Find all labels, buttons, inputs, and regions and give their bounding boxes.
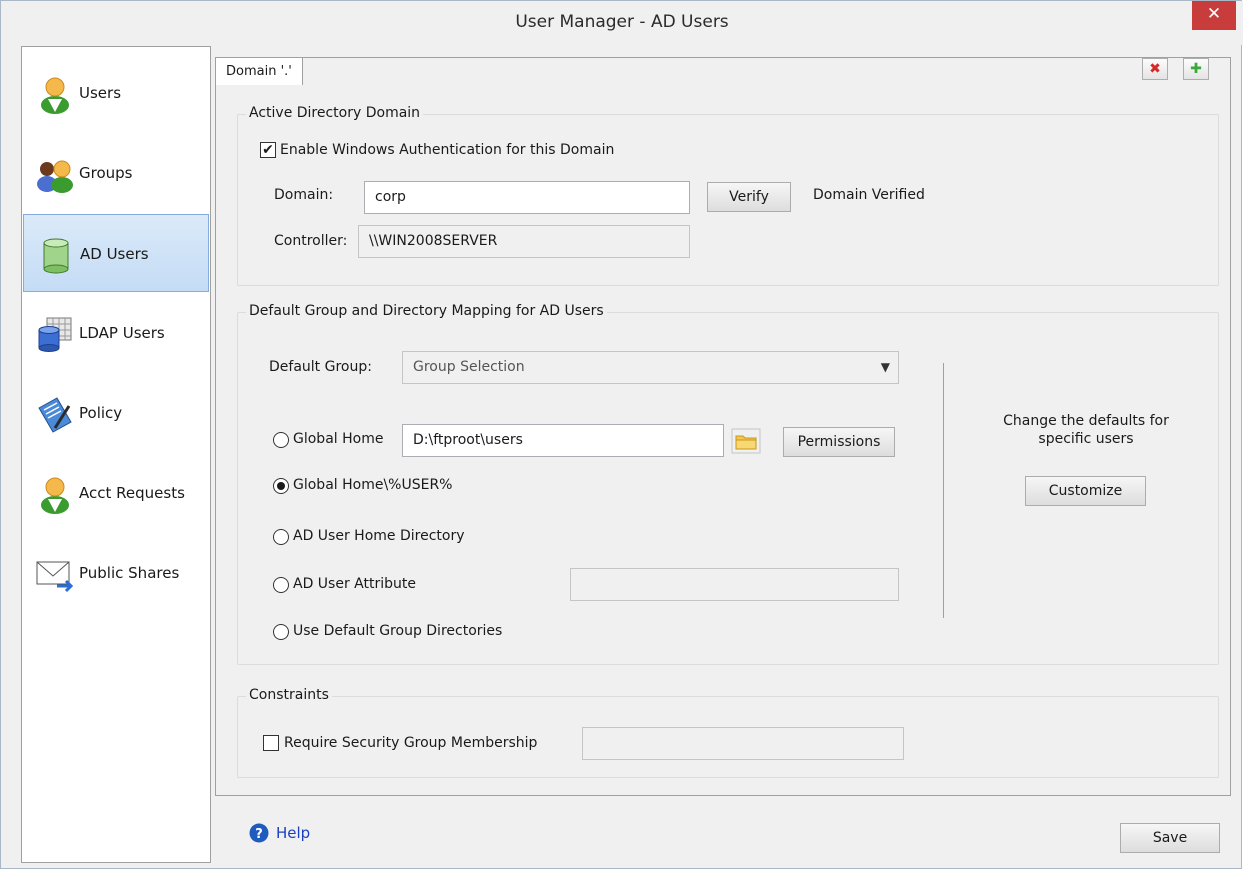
sidebar-item-policy[interactable]: Policy: [23, 374, 209, 452]
global-home-user-label: Global Home\%USER%: [293, 477, 453, 493]
sidebar-item-ldap-users[interactable]: LDAP Users: [23, 294, 209, 372]
customize-description-line2: specific users: [1038, 431, 1134, 447]
controller-field: \\WIN2008SERVER: [358, 225, 690, 258]
permissions-button[interactable]: Permissions: [783, 427, 895, 457]
use-default-group-label: Use Default Group Directories: [293, 623, 503, 639]
security-group-input: [582, 727, 904, 760]
tab-domain[interactable]: Domain '.': [215, 57, 303, 85]
sidebar-item-label: Policy: [79, 404, 123, 422]
require-security-group-checkbox[interactable]: [263, 735, 279, 751]
global-home-label: Global Home: [293, 431, 384, 447]
sidebar-item-label: Groups: [79, 164, 133, 182]
sidebar-item-label: LDAP Users: [79, 324, 165, 342]
use-default-group-radio[interactable]: [273, 624, 289, 640]
constraints-legend: Constraints: [246, 687, 332, 703]
domain-verified-status: Domain Verified: [813, 187, 925, 203]
folder-icon: [731, 428, 761, 454]
policy-icon: [38, 397, 72, 433]
sidebar-item-ad-users[interactable]: AD Users: [23, 214, 209, 292]
ad-user-attribute-radio[interactable]: [273, 577, 289, 593]
customize-button[interactable]: Customize: [1025, 476, 1146, 506]
sidebar-item-label: AD Users: [80, 245, 149, 263]
ad-user-home-radio[interactable]: [273, 529, 289, 545]
user-icon: [41, 77, 69, 114]
delete-icon: ✖: [1149, 61, 1161, 77]
controller-label: Controller:: [274, 233, 348, 249]
mapping-legend: Default Group and Directory Mapping for …: [246, 303, 607, 319]
sidebar-item-label: Public Shares: [79, 564, 180, 582]
global-home-path-input[interactable]: D:\ftproot\users: [402, 424, 724, 457]
sidebar: Users Groups AD Users LDAP Users Policy …: [21, 46, 211, 863]
sidebar-item-label: Acct Requests: [79, 484, 185, 502]
add-icon: ✚: [1190, 61, 1202, 77]
enable-windows-auth-checkbox[interactable]: ✔: [260, 142, 276, 158]
require-security-group-label: Require Security Group Membership: [284, 735, 538, 751]
help-label: Help: [276, 824, 311, 842]
mapping-divider: [943, 363, 944, 618]
help-icon: ?: [249, 823, 269, 843]
browse-folder-button[interactable]: [731, 428, 761, 454]
sidebar-item-label: Users: [79, 84, 122, 102]
default-group-label: Default Group:: [269, 359, 372, 375]
sidebar-item-public-shares[interactable]: Public Shares: [23, 534, 209, 612]
sidebar-item-acct-requests[interactable]: Acct Requests: [23, 454, 209, 532]
account-request-icon: [41, 477, 69, 514]
default-group-select[interactable]: Group Selection ▼: [402, 351, 899, 384]
ad-user-home-label: AD User Home Directory: [293, 528, 465, 544]
customize-description-line1: Change the defaults for: [1003, 413, 1169, 429]
svg-text:?: ?: [255, 827, 263, 842]
sidebar-item-groups[interactable]: Groups: [23, 134, 209, 212]
domain-input[interactable]: corp: [364, 181, 690, 214]
groups-icon: [37, 160, 73, 193]
add-domain-button[interactable]: ✚: [1183, 58, 1209, 80]
enable-windows-auth-label: Enable Windows Authentication for this D…: [280, 142, 615, 158]
delete-domain-button[interactable]: ✖: [1142, 58, 1168, 80]
sidebar-item-users[interactable]: Users: [23, 54, 209, 132]
close-icon: ✕: [1206, 4, 1222, 24]
close-button[interactable]: ✕: [1192, 1, 1236, 30]
ad-user-attribute-label: AD User Attribute: [293, 576, 416, 592]
selected-dot: [277, 482, 285, 490]
ad-user-attribute-input: [570, 568, 899, 601]
window-title: User Manager - AD Users: [515, 12, 729, 32]
chevron-down-icon: ▼: [880, 360, 890, 374]
user-manager-window: User Manager - AD Users ✕ Users Groups A…: [0, 0, 1243, 869]
verify-button[interactable]: Verify: [707, 182, 791, 212]
ad-domain-legend: Active Directory Domain: [246, 105, 424, 121]
global-home-user-radio[interactable]: [273, 478, 289, 494]
domain-label: Domain:: [274, 187, 334, 203]
ad-database-icon: [43, 238, 69, 274]
ldap-database-icon: [38, 317, 72, 352]
global-home-radio[interactable]: [273, 432, 289, 448]
default-group-value: Group Selection: [413, 359, 525, 375]
public-shares-envelope-icon: [36, 561, 74, 593]
save-button[interactable]: Save: [1120, 823, 1220, 853]
title-bar[interactable]: User Manager - AD Users ✕: [1, 1, 1243, 45]
